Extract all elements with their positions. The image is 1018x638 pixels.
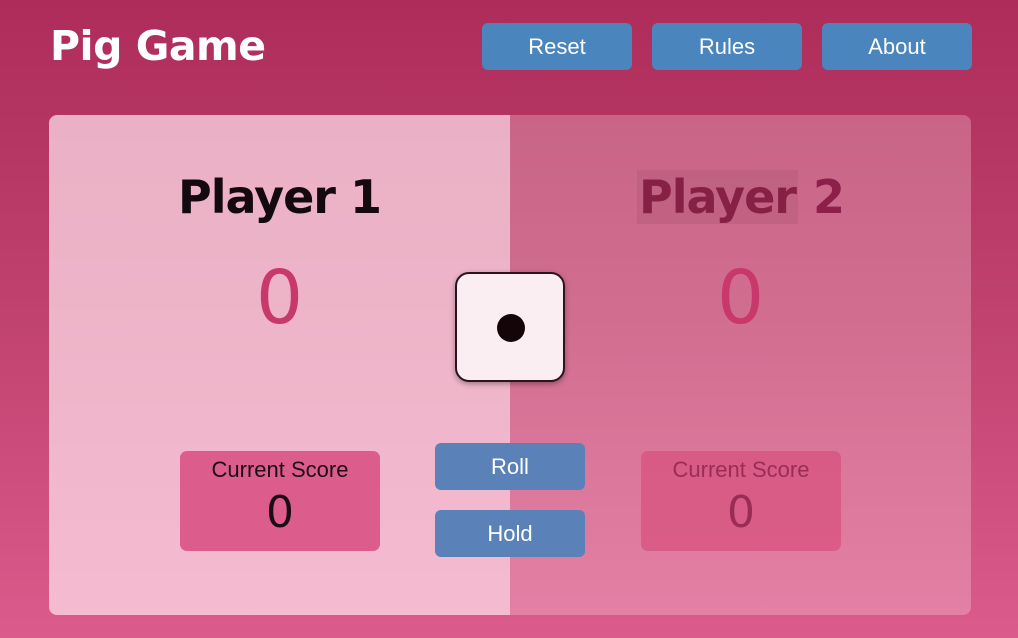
player-2-current-label: Current Score: [672, 457, 810, 482]
roll-button[interactable]: Roll: [435, 443, 585, 490]
app-title: Pig Game: [50, 22, 266, 70]
player-2-current-score-box: Current Score 0: [641, 451, 841, 551]
player-1-total-score: 0: [255, 255, 304, 341]
player-1-current-score: 0: [266, 487, 294, 538]
about-button[interactable]: About: [822, 23, 972, 70]
player-1-current-label: Current Score: [211, 457, 349, 482]
player-2-total-score: 0: [716, 255, 765, 341]
dice-one-icon: [455, 272, 565, 382]
rules-button[interactable]: Rules: [652, 23, 802, 70]
player-1-name: Player 1: [178, 170, 382, 224]
player-1-current-score-box: Current Score 0: [180, 451, 380, 551]
player-2-current-score: 0: [727, 487, 755, 538]
player-2-name-number: 2: [797, 170, 845, 224]
player-2-name-highlight: Player: [636, 170, 798, 224]
reset-button[interactable]: Reset: [482, 23, 632, 70]
hold-button[interactable]: Hold: [435, 510, 585, 557]
player-2-name: Player 2: [510, 170, 971, 224]
dice-pip: [497, 314, 525, 342]
